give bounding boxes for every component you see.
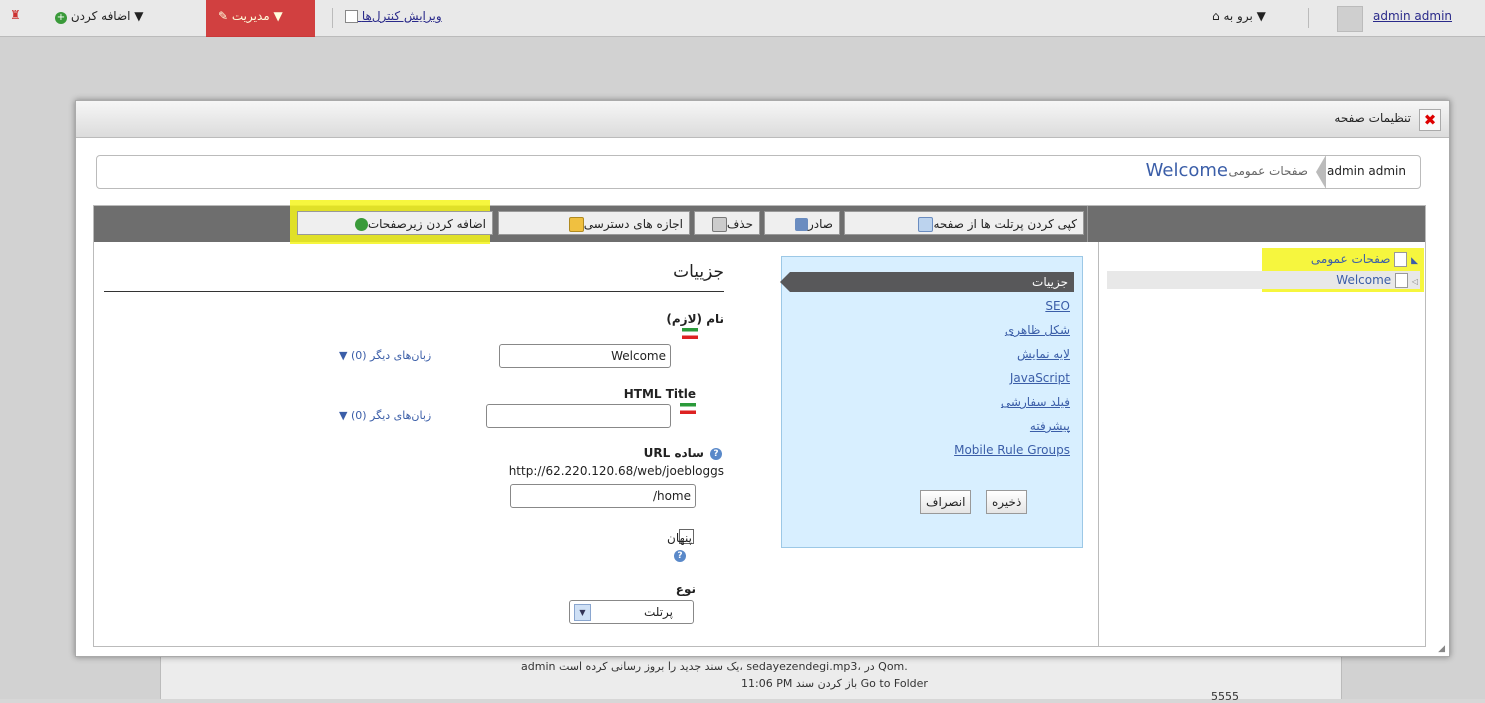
activity-number: 5555 <box>1211 690 1239 703</box>
add-child-page-label: اضافه کردن زیرصفحات <box>367 217 486 231</box>
friendly-url-label: URL ساده <box>643 446 704 460</box>
trash-icon <box>711 217 727 232</box>
html-title-other-languages[interactable]: ▼ زبان‌های دیگر (0) <box>339 409 431 422</box>
iran-flag-icon <box>682 328 698 339</box>
help-icon[interactable]: ? <box>710 448 722 460</box>
chevron-down-icon[interactable]: ▼ <box>574 604 591 621</box>
edit-controls-toggle[interactable]: ویرایش کنترل‌ها <box>345 9 442 23</box>
tree-node-public-pages[interactable]: صفحات عمومی ◣ <box>1311 252 1418 267</box>
add-label: اضافه کردن <box>70 9 131 23</box>
close-icon[interactable]: ✖ <box>1419 109 1441 131</box>
menu-item-seo[interactable]: SEO <box>1045 299 1070 313</box>
type-select-value: پرتلت <box>643 605 673 619</box>
permissions-button[interactable]: اجازه های دسترسی <box>498 211 690 235</box>
checkbox-icon <box>345 10 358 23</box>
delete-label: حذف <box>726 217 753 231</box>
menu-item-details-label: جزییات <box>1032 275 1068 289</box>
name-other-languages[interactable]: ▼ زبان‌های دیگر (0) <box>339 349 431 362</box>
settings-content: کپی کردن پرتلت ها از صفحه صادر حذف اجازه… <box>93 200 1426 647</box>
add-child-page-button[interactable]: اضافه کردن زیرصفحات <box>297 211 493 235</box>
type-select[interactable]: پرتلت ▼ <box>569 600 694 624</box>
go-to-label: برو به <box>1223 9 1253 23</box>
settings-menu: جزییات SEO شکل ظاهری لایه نمایش JavaScri… <box>780 256 1083 548</box>
type-label: نوع <box>675 582 696 596</box>
export-button[interactable]: صادر <box>764 211 840 235</box>
form-heading: جزییات <box>673 262 724 282</box>
copy-portlets-label: کپی کردن پرتلت ها از صفحه <box>933 217 1077 231</box>
divider <box>1308 8 1309 28</box>
menu-item-javascript[interactable]: JavaScript <box>1010 371 1070 385</box>
menu-item-mobile-rule-groups[interactable]: Mobile Rule Groups <box>954 443 1070 457</box>
html-title-input[interactable] <box>486 404 671 428</box>
edit-controls-label: ویرایش کنترل‌ها <box>361 9 442 23</box>
name-other-languages-label: زبان‌های دیگر (0) <box>350 349 432 362</box>
tree-label-public-pages: صفحات عمومی <box>1310 252 1391 266</box>
add-circle-icon <box>354 218 368 231</box>
name-input[interactable]: Welcome <box>499 344 671 368</box>
user-name-link[interactable]: admin admin <box>1373 9 1452 23</box>
go-to-menu[interactable]: ⌂ برو به ▼ <box>1212 9 1266 23</box>
divider <box>1087 206 1088 242</box>
tree-node-welcome[interactable]: Welcome ◁ <box>1336 273 1418 288</box>
url-prefix: http://62.220.120.68/web/joebloggs <box>508 464 724 478</box>
breadcrumb: admin admin صفحات عمومی Welcome <box>96 155 1421 189</box>
menu-item-advanced[interactable]: پیشرفته <box>1030 419 1070 433</box>
iran-flag-icon <box>680 403 696 414</box>
expand-arrow-icon[interactable]: ◣ <box>1411 256 1418 266</box>
breadcrumb-separator <box>1316 155 1326 189</box>
heading-rule <box>104 291 724 292</box>
home-icon: ⌂ <box>1212 9 1220 23</box>
user-avatar[interactable] <box>1337 6 1363 32</box>
friendly-url-input[interactable]: /home <box>510 484 696 508</box>
page-toolbar: کپی کردن پرتلت ها از صفحه صادر حذف اجازه… <box>94 200 1425 244</box>
add-icon: + <box>55 12 67 24</box>
save-icon <box>795 218 809 231</box>
activity-line-1: admin یک سند جدید را بروز رسانی کرده است… <box>521 660 908 673</box>
breadcrumb-item-welcome[interactable]: Welcome <box>1146 160 1228 181</box>
folder-icon <box>1394 252 1408 267</box>
dialog-title: تنظیمات صفحه <box>1334 111 1411 125</box>
html-title-other-languages-label: زبان‌های دیگر (0) <box>350 409 432 422</box>
liferay-logo-icon[interactable]: ♜ <box>10 8 26 24</box>
active-pointer <box>780 272 790 292</box>
pencil-icon: ✎ <box>218 9 229 23</box>
delete-button[interactable]: حذف <box>694 211 760 235</box>
copy-icon <box>918 217 934 232</box>
activity-line-2[interactable]: 11:06 PM باز کردن سند Go to Folder <box>741 677 928 690</box>
breadcrumb-item-public-pages[interactable]: صفحات عمومی <box>1229 164 1309 178</box>
resize-handle-icon[interactable]: ◢ <box>1438 644 1445 654</box>
drag-handle-icon[interactable]: ◁ <box>1412 277 1418 286</box>
permissions-label: اجازه های دسترسی <box>583 217 683 231</box>
hidden-label: پنهان <box>667 531 692 545</box>
save-button[interactable]: ذخیره <box>986 490 1028 514</box>
cancel-button[interactable]: انصراف <box>920 490 972 514</box>
divider <box>332 8 333 28</box>
menu-item-details[interactable]: جزییات <box>780 272 1074 292</box>
key-icon <box>568 217 584 232</box>
menu-item-layout[interactable]: لایه نمایش <box>1017 347 1070 361</box>
page-icon <box>1395 273 1409 288</box>
page-tree: صفحات عمومی ◣ Welcome ◁ <box>1098 242 1426 646</box>
tree-label-welcome: Welcome <box>1336 273 1392 287</box>
breadcrumb-item-user[interactable]: admin admin <box>1327 164 1406 178</box>
manage-label: مدیریت <box>231 9 270 23</box>
copy-portlets-button[interactable]: کپی کردن پرتلت ها از صفحه <box>844 211 1084 235</box>
export-label: صادر <box>808 217 833 231</box>
page-settings-dialog: ✖ تنظیمات صفحه admin admin صفحات عمومی W… <box>75 100 1450 657</box>
menu-item-look-and-feel[interactable]: شکل ظاهری <box>1005 323 1070 337</box>
html-title-label: HTML Title <box>623 387 696 401</box>
name-label: نام (لازم) <box>666 312 724 326</box>
menu-item-custom-fields[interactable]: فیلد سفارشی <box>1001 395 1070 409</box>
details-form: جزییات نام (لازم) Welcome ▼ زبان‌های دیگ… <box>94 242 734 646</box>
manage-menu[interactable]: ✎ مدیریت ▼ <box>218 9 283 23</box>
help-icon[interactable]: ? <box>674 550 686 562</box>
admin-dockbar: admin admin ⌂ برو به ▼ ویرایش کنترل‌ها ✎… <box>0 0 1485 55</box>
add-menu[interactable]: + اضافه کردن ▼ <box>55 9 144 24</box>
dialog-header: ✖ تنظیمات صفحه <box>76 101 1449 138</box>
